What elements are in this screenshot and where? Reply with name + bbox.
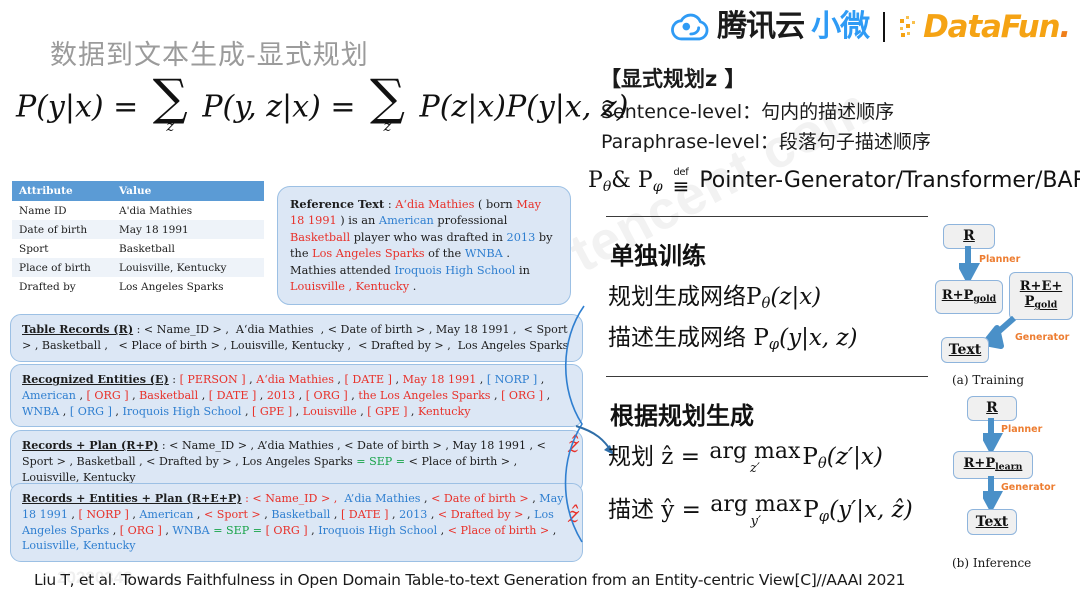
- p-phi-symbol: Pφ: [637, 168, 663, 195]
- z-hat-equation: 规划 ẑ = arg max z′ Pθ(z′|x): [608, 439, 883, 476]
- sentence-level-line: Sentence-level：句内的描述顺序: [601, 101, 895, 123]
- p-theta-symbol: Pθ: [588, 168, 612, 195]
- description-network-equation: 描述生成网络 Pφ(y|x, z): [608, 325, 858, 354]
- generator-arrow-infer: [983, 476, 1003, 510]
- table-records-box: Table Records (R) : < Name_ID > , A‘dia …: [10, 314, 583, 362]
- flow-node-text-train: Text: [941, 337, 989, 363]
- summation-2: ∑ z: [370, 69, 405, 136]
- y-hat-prefix: 描述 ŷ =: [608, 497, 701, 523]
- paraphrase-level-line: Paraphrase-level：段落句子描述顺序: [601, 131, 931, 153]
- header-logos: 腾讯云 小微 DataFun.: [670, 5, 1071, 49]
- y-hat-equation: 描述 ŷ = arg max y′ Pφ(y′|x, ẑ): [608, 492, 913, 529]
- recognized-entities-box: Recognized Entities (E) : [ PERSON ] , A…: [10, 364, 583, 428]
- table-records-label: Table Records (R): [22, 323, 134, 336]
- equation-lhs: P(y|x) =: [16, 89, 139, 125]
- master-equation: P(y|x) = ∑ z P(y, z|x) = ∑ z P(z|x)P(y|x…: [16, 69, 629, 137]
- description-network-label: 描述生成网络: [608, 325, 754, 351]
- definition-rhs: Pointer-Generator/Transformer/BART: [699, 168, 1080, 193]
- divider-above-training: [606, 216, 928, 217]
- table-row: Name ID A'dia Mathies: [12, 201, 264, 220]
- inference-section-heading: 根据规划生成: [610, 402, 754, 430]
- datafun-text: DataFun.: [923, 8, 1071, 45]
- inference-flow-diagram: R Planner R+Plearn Generator Text: [945, 396, 1065, 556]
- z-hat-prefix: 规划 ẑ =: [608, 444, 701, 470]
- explicit-plan-heading: 【显式规划z 】: [600, 67, 746, 91]
- records-entities-plan-box: Records + Entities + Plan (R+E+P) : < Na…: [10, 483, 583, 562]
- cell-attribute: Name ID: [12, 201, 112, 220]
- training-caption: (a) Training: [952, 373, 1025, 387]
- argmax-y: arg max y′: [710, 492, 802, 529]
- cell-attribute: Place of birth: [12, 258, 112, 277]
- argmax-z: arg max z′: [709, 439, 801, 476]
- inference-caption: (b) Inference: [952, 556, 1032, 570]
- records-entities-plan-label: Records + Entities + Plan (R+E+P): [22, 492, 242, 505]
- training-flow-diagram: R Planner R+Pgold R+E+ Pgold Generator T…: [935, 224, 1075, 374]
- table-row: Date of birth May 18 1991: [12, 220, 264, 239]
- table-header-row: Attribute Value: [12, 181, 264, 201]
- page-title: 数据到文本生成-显式规划: [50, 40, 369, 71]
- planner-arrow-infer: [983, 418, 1003, 452]
- records-plus-plan-label: Records + Plan (R+P): [22, 439, 159, 452]
- divider-above-inference: [606, 376, 928, 377]
- def-equals-sign: def ≡: [672, 167, 690, 198]
- cell-attribute: Drafted by: [12, 277, 112, 296]
- slide-canvas: tencent com 20220342 腾讯云 小微 DataFun. 数据到…: [0, 0, 1080, 608]
- reference-text-box: Reference Text : A‘dia Mathies ( born Ma…: [277, 186, 571, 306]
- tencent-cloud-logo: 腾讯云 小微: [670, 9, 870, 44]
- table-row: Drafted by Los Angeles Sparks: [12, 277, 264, 296]
- flow-node-r-plus-e-plus-pgold: R+E+ Pgold: [1009, 272, 1073, 320]
- cell-attribute: Sport: [12, 239, 112, 258]
- planner-label-infer: Planner: [1001, 424, 1043, 435]
- flow-node-r-plus-plearn: R+Plearn: [953, 451, 1033, 479]
- cell-value: Louisville, Kentucky: [112, 258, 264, 277]
- cell-value: Los Angeles Sparks: [112, 277, 264, 296]
- plan-network-label: 规划生成网络: [608, 284, 746, 310]
- cell-value: A'dia Mathies: [112, 201, 264, 220]
- flow-node-r-plus-pgold: R+Pgold: [935, 280, 1003, 314]
- datafun-logo: DataFun.: [899, 8, 1071, 45]
- column-header-attribute: Attribute: [12, 181, 112, 201]
- cell-value: May 18 1991: [112, 220, 264, 239]
- equation-term-2: P(z|x)P(y|x, z): [419, 89, 629, 125]
- reference-text-label: Reference Text: [290, 197, 385, 211]
- attribute-table: Attribute Value Name ID A'dia Mathies Da…: [12, 181, 264, 296]
- planner-arrow-train: [959, 246, 981, 282]
- reference-text-body: : A‘dia Mathies ( born May 18 1991 ) is …: [290, 198, 553, 293]
- cell-value: Basketball: [112, 239, 264, 258]
- column-header-value: Value: [112, 181, 264, 201]
- summation-1: ∑ z: [152, 69, 188, 136]
- cell-attribute: Date of birth: [12, 220, 112, 239]
- planner-label-train: Planner: [979, 254, 1021, 265]
- flow-node-text-infer: Text: [967, 509, 1017, 535]
- model-definition-line: Pθ& Pφ def ≡ Pointer-Generator/Transform…: [588, 167, 1080, 198]
- ampersand: &: [611, 168, 631, 193]
- generator-label-train: Generator: [1015, 332, 1070, 343]
- equation-term-1: P(y, z|x) =: [202, 89, 356, 125]
- plan-network-equation: 规划生成网络Pθ(z|x): [608, 284, 822, 313]
- table-row: Sport Basketball: [12, 239, 264, 258]
- recognized-entities-label: Recognized Entities (E): [22, 373, 169, 386]
- citation-footer: Liu T, et al. Towards Faithfulness in Op…: [34, 571, 906, 589]
- tencent-cloud-text-cn: 腾讯云: [717, 9, 805, 44]
- datafun-dots-icon: [900, 16, 916, 37]
- tencent-xiaowei-text-cn: 小微: [811, 9, 870, 44]
- generator-label-infer: Generator: [1001, 482, 1056, 493]
- table-row: Place of birth Louisville, Kentucky: [12, 258, 264, 277]
- logo-separator: [883, 12, 886, 42]
- training-section-heading: 单独训练: [610, 242, 706, 270]
- cloud-icon: [671, 13, 709, 41]
